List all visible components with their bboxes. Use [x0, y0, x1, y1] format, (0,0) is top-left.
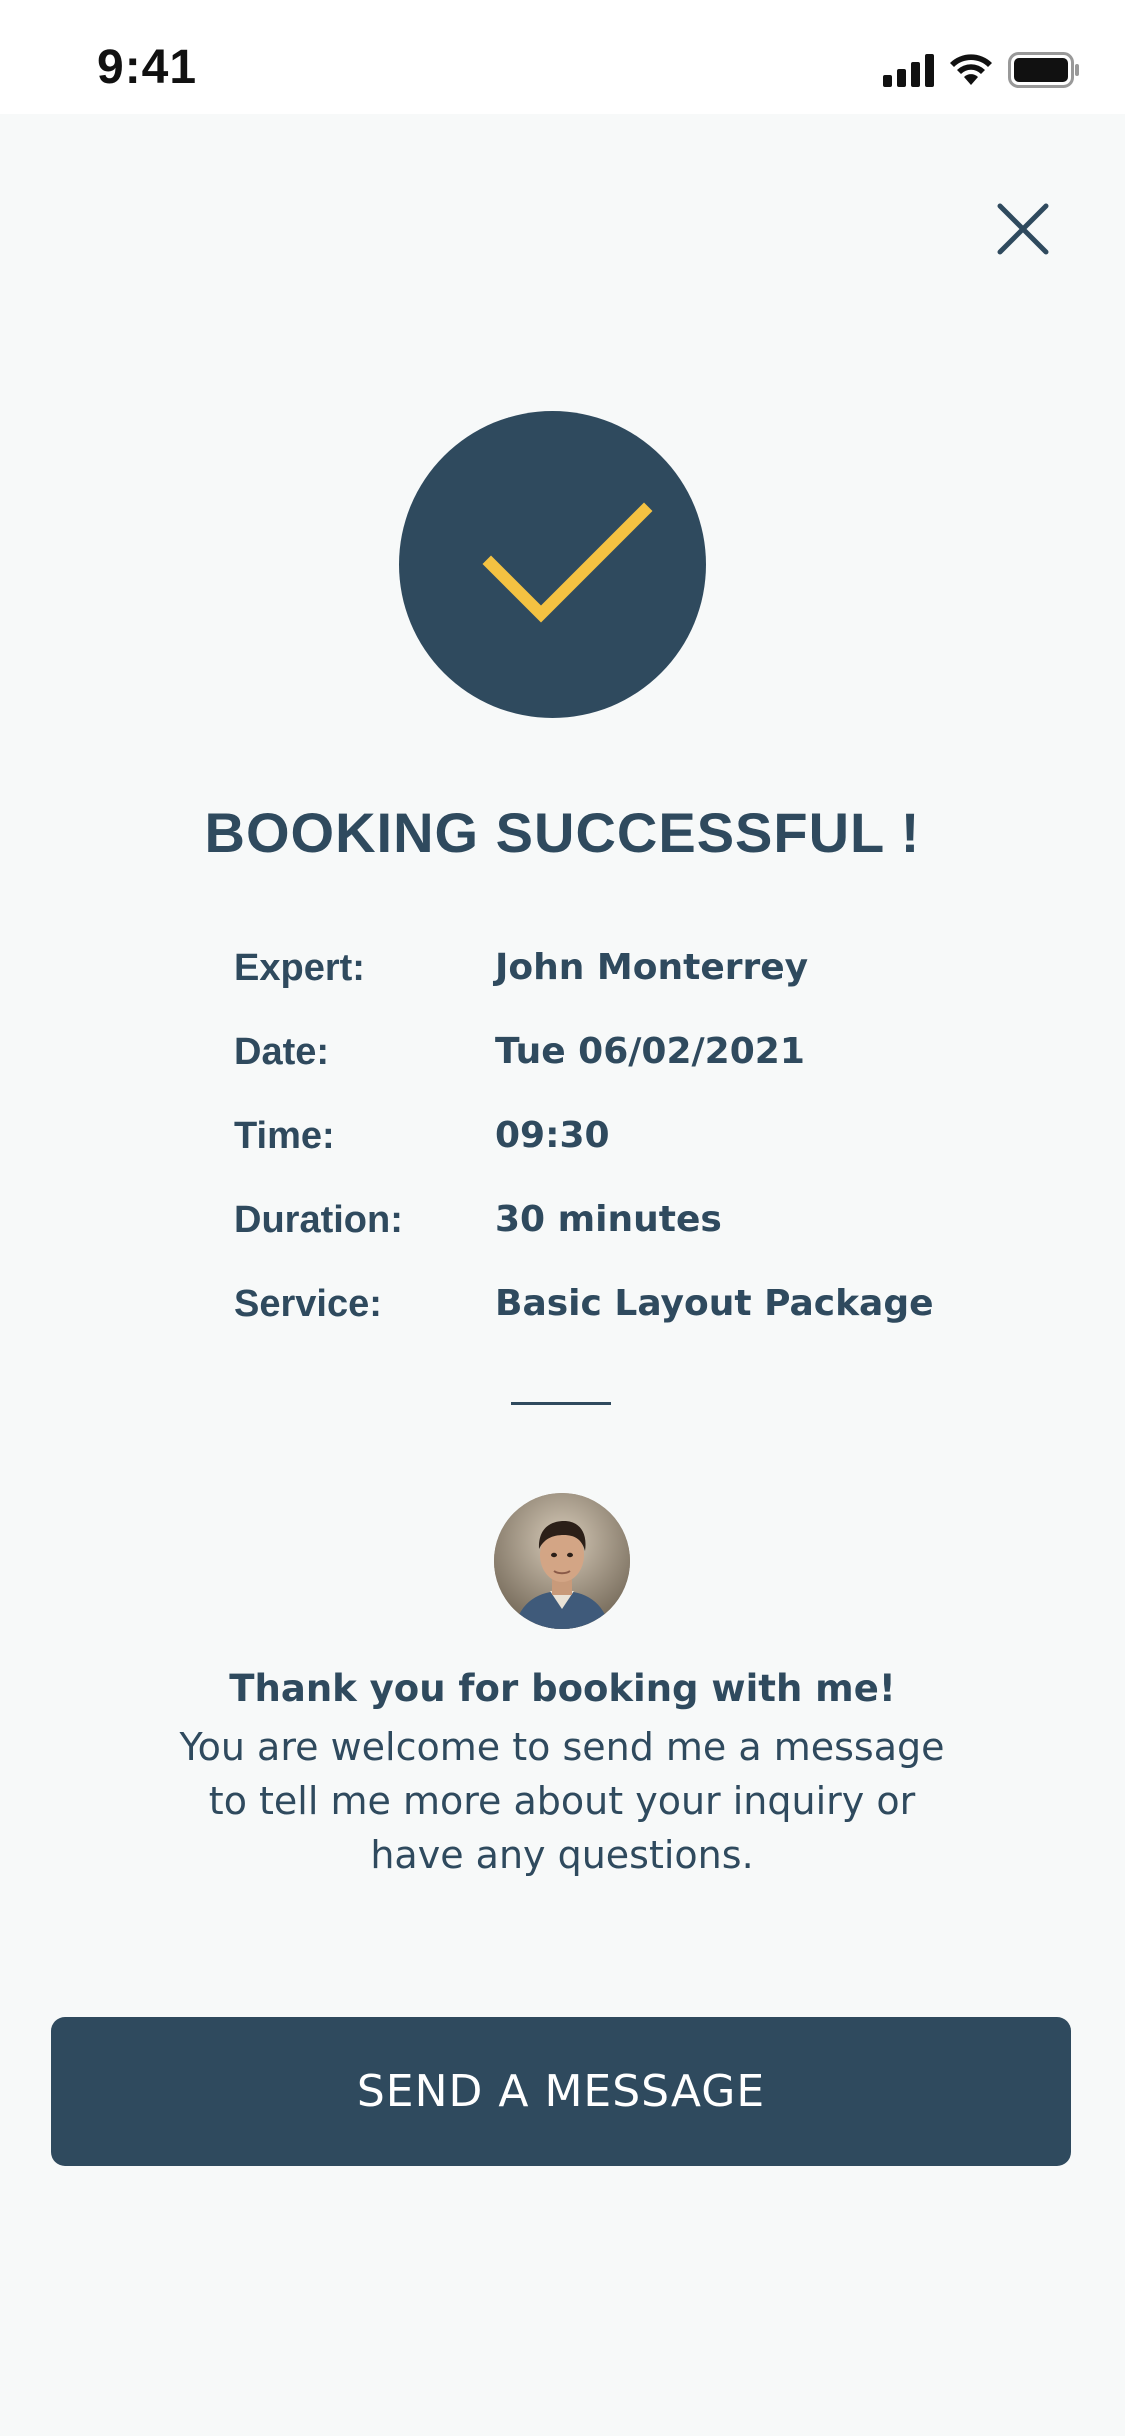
detail-label: Date:: [234, 1031, 330, 1073]
detail-row-duration: Duration: 30 minutes: [234, 1199, 1034, 1283]
detail-label: Duration:: [234, 1199, 403, 1241]
status-bar: 9:41: [0, 0, 1125, 114]
detail-row-service: Service: Basic Layout Package: [234, 1283, 1034, 1367]
thanks-title: Thank you for booking with me!: [229, 1667, 896, 1710]
detail-value: Basic Layout Package: [495, 1283, 934, 1324]
signal-icon: [883, 53, 934, 87]
detail-value: 09:30: [495, 1115, 610, 1156]
close-icon: [997, 203, 1049, 255]
thanks-body: You are welcome to send me a message to …: [179, 1725, 945, 1877]
divider: [511, 1402, 611, 1405]
checkmark-icon: [482, 502, 653, 623]
detail-value: John Monterrey: [495, 947, 809, 988]
detail-value: 30 minutes: [495, 1199, 722, 1240]
detail-row-date: Date: Tue 06/02/2021: [234, 1031, 1034, 1115]
battery-icon: [1008, 52, 1079, 88]
detail-row-expert: Expert: John Monterrey: [234, 947, 1034, 1031]
status-icons: [883, 50, 1080, 90]
wifi-icon: [950, 54, 992, 85]
detail-label: Time:: [234, 1115, 335, 1157]
avatar-image: [494, 1493, 630, 1629]
detail-row-time: Time: 09:30: [234, 1115, 1034, 1199]
avatar: [494, 1493, 630, 1629]
detail-label: Expert:: [234, 947, 365, 989]
status-time: 9:41: [97, 41, 198, 94]
send-message-button[interactable]: SEND A MESSAGE: [51, 2017, 1071, 2166]
success-badge: [399, 411, 706, 718]
detail-value: Tue 06/02/2021: [495, 1031, 805, 1072]
detail-label: Service:: [234, 1283, 382, 1325]
booking-details: Expert: John Monterrey Date: Tue 06/02/2…: [234, 947, 1034, 1367]
close-button[interactable]: [994, 200, 1052, 258]
page-title: BOOKING SUCCESSFUL !: [204, 801, 921, 864]
